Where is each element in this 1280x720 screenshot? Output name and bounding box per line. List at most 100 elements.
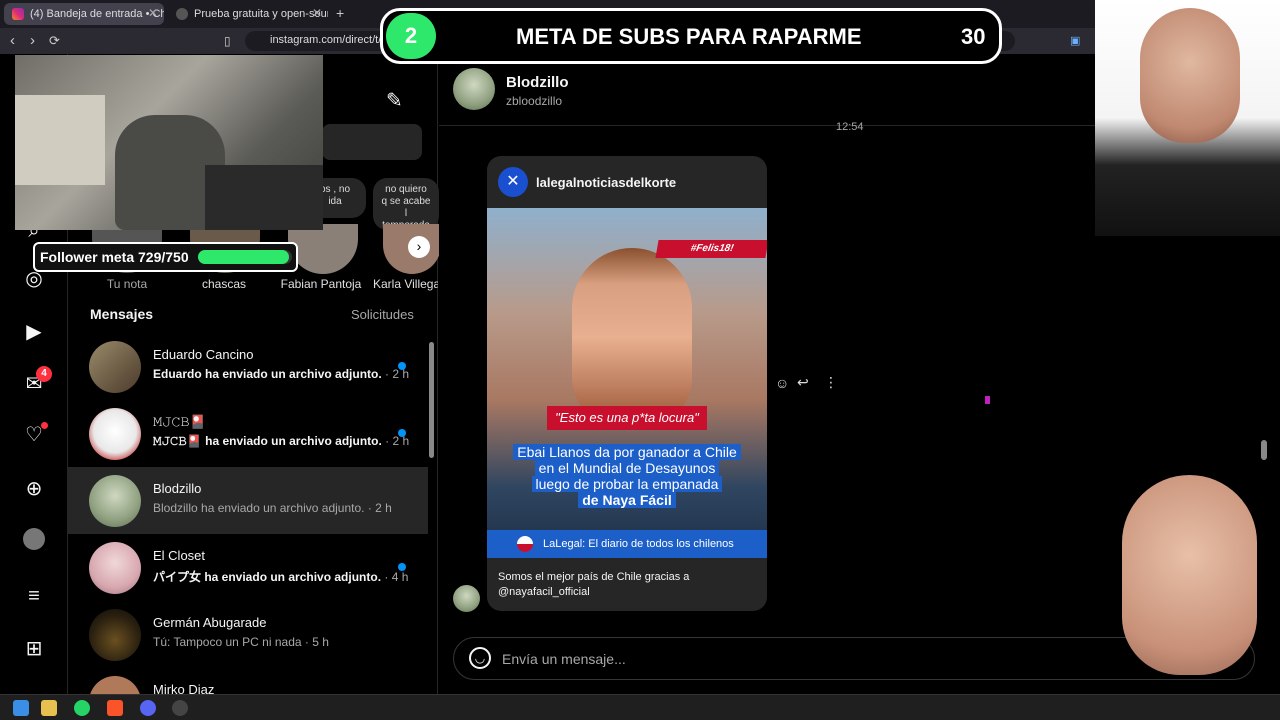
face <box>1122 475 1257 675</box>
new-tab-button[interactable]: + <box>336 5 344 21</box>
thread-name: El Closet <box>153 548 206 563</box>
notes-next-icon[interactable]: › <box>408 236 430 258</box>
note-name: Tu nota <box>106 277 148 291</box>
thread-row[interactable]: 𝙼𝙹𝙲𝙱🎴 𝙼𝙹𝙲𝙱🎴 ha enviado un archivo adjunt… <box>68 400 428 467</box>
thread-row[interactable]: Eduardo Cancino Eduardo ha enviado un ar… <box>68 333 428 400</box>
close-tab-icon[interactable]: ✕ <box>148 6 158 20</box>
file-explorer-icon[interactable] <box>41 700 57 716</box>
tab-label: (4) Bandeja de entrada • Chat <box>30 8 164 20</box>
avatar <box>89 341 141 393</box>
reply-icon[interactable]: ↩ <box>797 374 809 391</box>
avatar <box>89 542 141 594</box>
unread-dot <box>398 429 406 437</box>
instagram-icon <box>12 8 24 20</box>
hashtag-banner: #Felis18! <box>655 240 767 258</box>
webcam-overlay <box>15 55 323 230</box>
new-message-icon[interactable]: ✎ <box>386 88 403 113</box>
note-avatar[interactable] <box>288 224 358 274</box>
search-input[interactable] <box>322 124 422 160</box>
avatar <box>89 475 141 527</box>
url-text: instagram.com/direct/t/10 <box>270 34 394 46</box>
post-footer-bar: LaLegal: El diario de todos los chilenos <box>487 530 767 558</box>
notification-dot <box>41 422 48 429</box>
thread-name: Mirko Diaz <box>153 682 215 694</box>
subs-goal-text: META DE SUBS PARA RAPARME <box>516 24 862 49</box>
quote-banner: "Esto es una p*ta locura" <box>547 406 707 430</box>
thread-row[interactable]: El Closet パイプ女 ha enviado un archivo adj… <box>68 534 428 601</box>
thread-name: Germán Abugarade <box>153 615 267 630</box>
laughing-face-overlay <box>1027 470 1280 694</box>
tab-trial[interactable]: Prueba gratuita y open-source de ra ✕ <box>168 3 328 25</box>
messenger-badge: 4 <box>36 366 52 382</box>
thread-row[interactable]: Mirko Diaz <box>68 668 428 694</box>
shared-post-card[interactable]: ✕ lalegalnoticiasdelkorte #Felis18! "Est… <box>487 156 767 611</box>
messages-heading: Mensajes <box>90 306 154 322</box>
follower-goal-text: Follower meta 729/750 <box>40 249 189 265</box>
brave-icon[interactable] <box>107 700 123 716</box>
note-name: Karla Villega <box>373 277 438 291</box>
back-icon[interactable]: ‹ <box>10 32 15 49</box>
windows-start-icon[interactable] <box>13 700 29 716</box>
thread-row[interactable]: Germán Abugarade Tú: Tampoco un PC ni na… <box>68 601 428 668</box>
note-name: chascas <box>201 277 247 291</box>
bookmark-icon[interactable]: ▯ <box>224 34 231 48</box>
inbox-scrollbar[interactable] <box>429 342 434 458</box>
message-input[interactable]: Envía un mensaje... <box>502 651 626 667</box>
apps-grid-icon[interactable]: ⊞ <box>22 636 46 660</box>
tab-instagram[interactable]: (4) Bandeja de entrada • Chat ✕ <box>4 3 164 25</box>
close-tab-icon[interactable]: ✕ <box>312 6 322 20</box>
more-options-icon[interactable]: ⋮ <box>824 374 838 391</box>
chile-flag-icon <box>517 536 533 552</box>
obs-icon[interactable] <box>172 700 188 716</box>
desk <box>205 165 323 230</box>
reels-icon[interactable]: ▶ <box>22 319 46 343</box>
forward-icon[interactable]: › <box>30 32 35 49</box>
avatar <box>89 676 141 694</box>
contact-name[interactable]: Blodzillo <box>506 74 569 91</box>
github-icon <box>176 8 188 20</box>
avatar <box>89 408 141 460</box>
post-caption: Somos el mejor país de Chile gracias a @… <box>498 571 690 598</box>
thread-preview: Blodzillo ha enviado un archivo adjunto.… <box>153 501 392 515</box>
emoji-icon[interactable]: ◡ <box>469 647 491 669</box>
more-menu-icon[interactable]: ≡ <box>22 584 46 608</box>
bed <box>15 95 105 185</box>
thread-name: Eduardo Cancino <box>153 347 254 362</box>
follower-progress-fill <box>198 250 290 264</box>
thread-name: Blodzillo <box>153 481 202 496</box>
contact-avatar[interactable] <box>453 68 495 110</box>
sender-avatar[interactable] <box>453 585 480 612</box>
profile-avatar[interactable] <box>22 527 46 551</box>
subs-goal-count: 30 <box>961 24 986 49</box>
person-face <box>572 248 692 428</box>
unread-dot <box>398 362 406 370</box>
extension-icon[interactable]: ▣ <box>1070 34 1080 47</box>
subs-goal-banner: 2 META DE SUBS PARA RAPARME 30 <box>380 8 1002 64</box>
post-account-name[interactable]: lalegalnoticiasdelkorte <box>536 175 676 190</box>
cursor-icon <box>985 396 990 404</box>
create-plus-icon[interactable]: ⊕ <box>22 476 46 500</box>
thread-row-active[interactable]: Blodzillo Blodzillo ha enviado un archiv… <box>68 467 428 534</box>
post-headline: Ebai Llanos da por ganador a Chile en el… <box>487 444 767 508</box>
follower-progress-track <box>198 250 292 264</box>
thread-preview: 𝙼𝙹𝙲𝙱🎴 ha enviado un archivo adjunto. · 2… <box>153 434 410 448</box>
reload-icon[interactable]: ⟳ <box>49 33 60 49</box>
discord-icon[interactable] <box>140 700 156 716</box>
os-taskbar <box>0 694 1280 720</box>
post-image[interactable]: #Felis18! "Esto es una p*ta locura" Ebai… <box>487 208 767 558</box>
message-timestamp: 12:54 <box>836 121 864 133</box>
tab-label: Prueba gratuita y open-source de ra <box>194 8 328 20</box>
requests-link[interactable]: Solicitudes <box>351 307 414 322</box>
contact-handle: zbloodzillo <box>506 94 563 108</box>
follower-goal-widget: Follower meta 729/750 <box>33 242 298 272</box>
chat-scrollbar[interactable] <box>1261 440 1267 460</box>
note-name: Fabian Pantoja <box>280 277 362 291</box>
thread-preview: Tú: Tampoco un PC ni nada · 5 h <box>153 635 329 649</box>
avatar <box>89 609 141 661</box>
unread-dot <box>398 563 406 571</box>
subs-goal-number: 2 <box>386 13 436 59</box>
post-footer-text: LaLegal: El diario de todos los chilenos <box>543 538 734 550</box>
whatsapp-icon[interactable] <box>74 700 90 716</box>
react-emoji-icon[interactable]: ☺ <box>775 375 789 391</box>
thread-preview: パイプ女 ha enviado un archivo adjunto. · 4 … <box>153 570 409 584</box>
